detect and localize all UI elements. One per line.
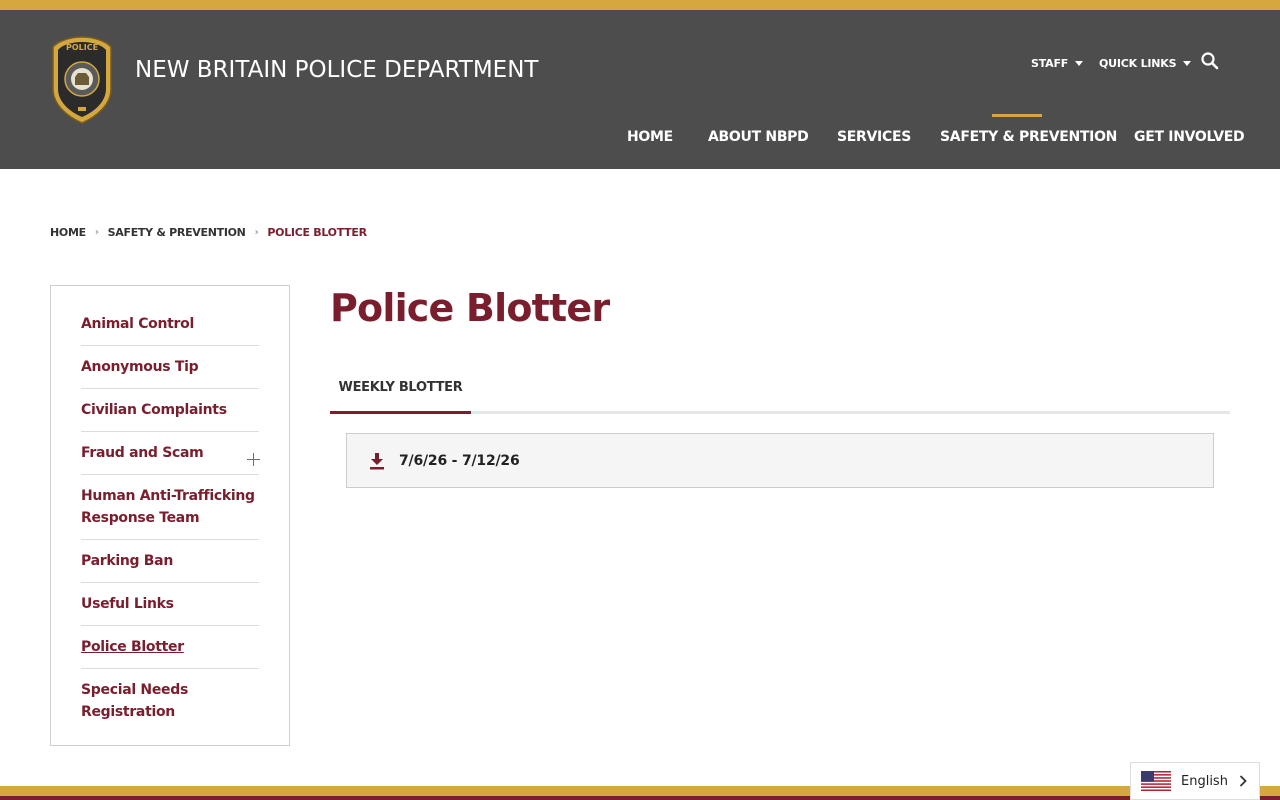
page-title: Police Blotter bbox=[330, 286, 610, 330]
sidebar-item-anonymous-tip[interactable]: Anonymous Tip bbox=[81, 346, 259, 389]
sidebar-item-police-blotter[interactable]: Police Blotter bbox=[81, 626, 259, 669]
language-selector[interactable]: English bbox=[1130, 762, 1260, 800]
staff-menu[interactable]: STAFF bbox=[1031, 57, 1084, 70]
nav-get-involved[interactable]: GET INVOLVED bbox=[1134, 129, 1245, 145]
tab-bar: WEEKLY BLOTTER bbox=[330, 366, 1230, 414]
download-icon bbox=[370, 452, 384, 469]
police-badge-icon[interactable]: POLICE bbox=[50, 35, 114, 125]
breadcrumb-home[interactable]: HOME bbox=[50, 226, 86, 239]
plus-icon[interactable] bbox=[247, 453, 260, 466]
tab-weekly-blotter[interactable]: WEEKLY BLOTTER bbox=[330, 366, 471, 414]
quick-links-label: QUICK LINKS bbox=[1099, 57, 1177, 70]
search-icon[interactable] bbox=[1200, 51, 1220, 71]
sidebar-item-label: Anonymous Tip bbox=[81, 359, 199, 375]
sidebar-item-useful-links[interactable]: Useful Links bbox=[81, 583, 259, 626]
sidebar-item-label: Animal Control bbox=[81, 316, 194, 332]
sidebar-item-parking-ban[interactable]: Parking Ban bbox=[81, 540, 259, 583]
site-header: POLICE NEW BRITAIN POLICE DEPARTMENT STA… bbox=[0, 10, 1280, 169]
nav-home[interactable]: HOME bbox=[627, 129, 673, 145]
nav-services[interactable]: SERVICES bbox=[837, 129, 911, 145]
top-accent-stripe bbox=[0, 0, 1280, 10]
footer-accent-stripe bbox=[0, 786, 1280, 796]
sidebar-item-label: Police Blotter bbox=[81, 639, 184, 655]
breadcrumb: HOME › SAFETY & PREVENTION › POLICE BLOT… bbox=[50, 226, 367, 239]
staff-label: STAFF bbox=[1031, 57, 1069, 70]
logo-text: POLICE bbox=[66, 43, 98, 52]
sidebar-item-label: Human Anti-Trafficking Response Team bbox=[81, 488, 255, 526]
sidebar-item-fraud-and-scam[interactable]: Fraud and Scam bbox=[81, 432, 260, 475]
language-label: English bbox=[1181, 773, 1228, 789]
chevron-right-icon: › bbox=[254, 227, 259, 238]
sidebar-item-label: Useful Links bbox=[81, 596, 174, 612]
nav-active-indicator bbox=[992, 114, 1042, 117]
chevron-right-icon bbox=[1239, 775, 1247, 787]
sidebar-item-label: Fraud and Scam bbox=[81, 445, 204, 461]
sidebar-item-special-needs-registration[interactable]: Special Needs Registration bbox=[81, 669, 259, 733]
chevron-down-icon bbox=[1075, 61, 1084, 66]
sidebar-list: Animal Control Anonymous Tip Civilian Co… bbox=[81, 303, 260, 733]
footer-bar bbox=[0, 796, 1280, 800]
sidebar-item-label: Special Needs Registration bbox=[81, 682, 188, 720]
us-flag-icon bbox=[1141, 771, 1171, 791]
chevron-down-icon bbox=[1183, 61, 1192, 66]
nav-safety-prevention[interactable]: SAFETY & PREVENTION bbox=[940, 129, 1117, 145]
sidebar-item-label: Civilian Complaints bbox=[81, 402, 227, 418]
nav-about-nbpd[interactable]: ABOUT NBPD bbox=[708, 129, 809, 145]
sidebar-item-civilian-complaints[interactable]: Civilian Complaints bbox=[81, 389, 259, 432]
sidebar: Animal Control Anonymous Tip Civilian Co… bbox=[50, 285, 290, 746]
sidebar-item-human-anti-trafficking[interactable]: Human Anti-Trafficking Response Team bbox=[81, 475, 259, 540]
sidebar-item-animal-control[interactable]: Animal Control bbox=[81, 303, 259, 346]
breadcrumb-safety-prevention[interactable]: SAFETY & PREVENTION bbox=[108, 226, 246, 239]
site-title[interactable]: NEW BRITAIN POLICE DEPARTMENT bbox=[135, 57, 538, 83]
chevron-right-icon: › bbox=[94, 227, 99, 238]
quick-links-menu[interactable]: QUICK LINKS bbox=[1099, 57, 1192, 70]
document-label: 7/6/26 - 7/12/26 bbox=[399, 452, 520, 469]
sidebar-item-label: Parking Ban bbox=[81, 553, 173, 569]
tab-active-indicator bbox=[330, 411, 471, 414]
breadcrumb-current: POLICE BLOTTER bbox=[267, 226, 367, 239]
document-link[interactable]: 7/6/26 - 7/12/26 bbox=[346, 433, 1214, 488]
